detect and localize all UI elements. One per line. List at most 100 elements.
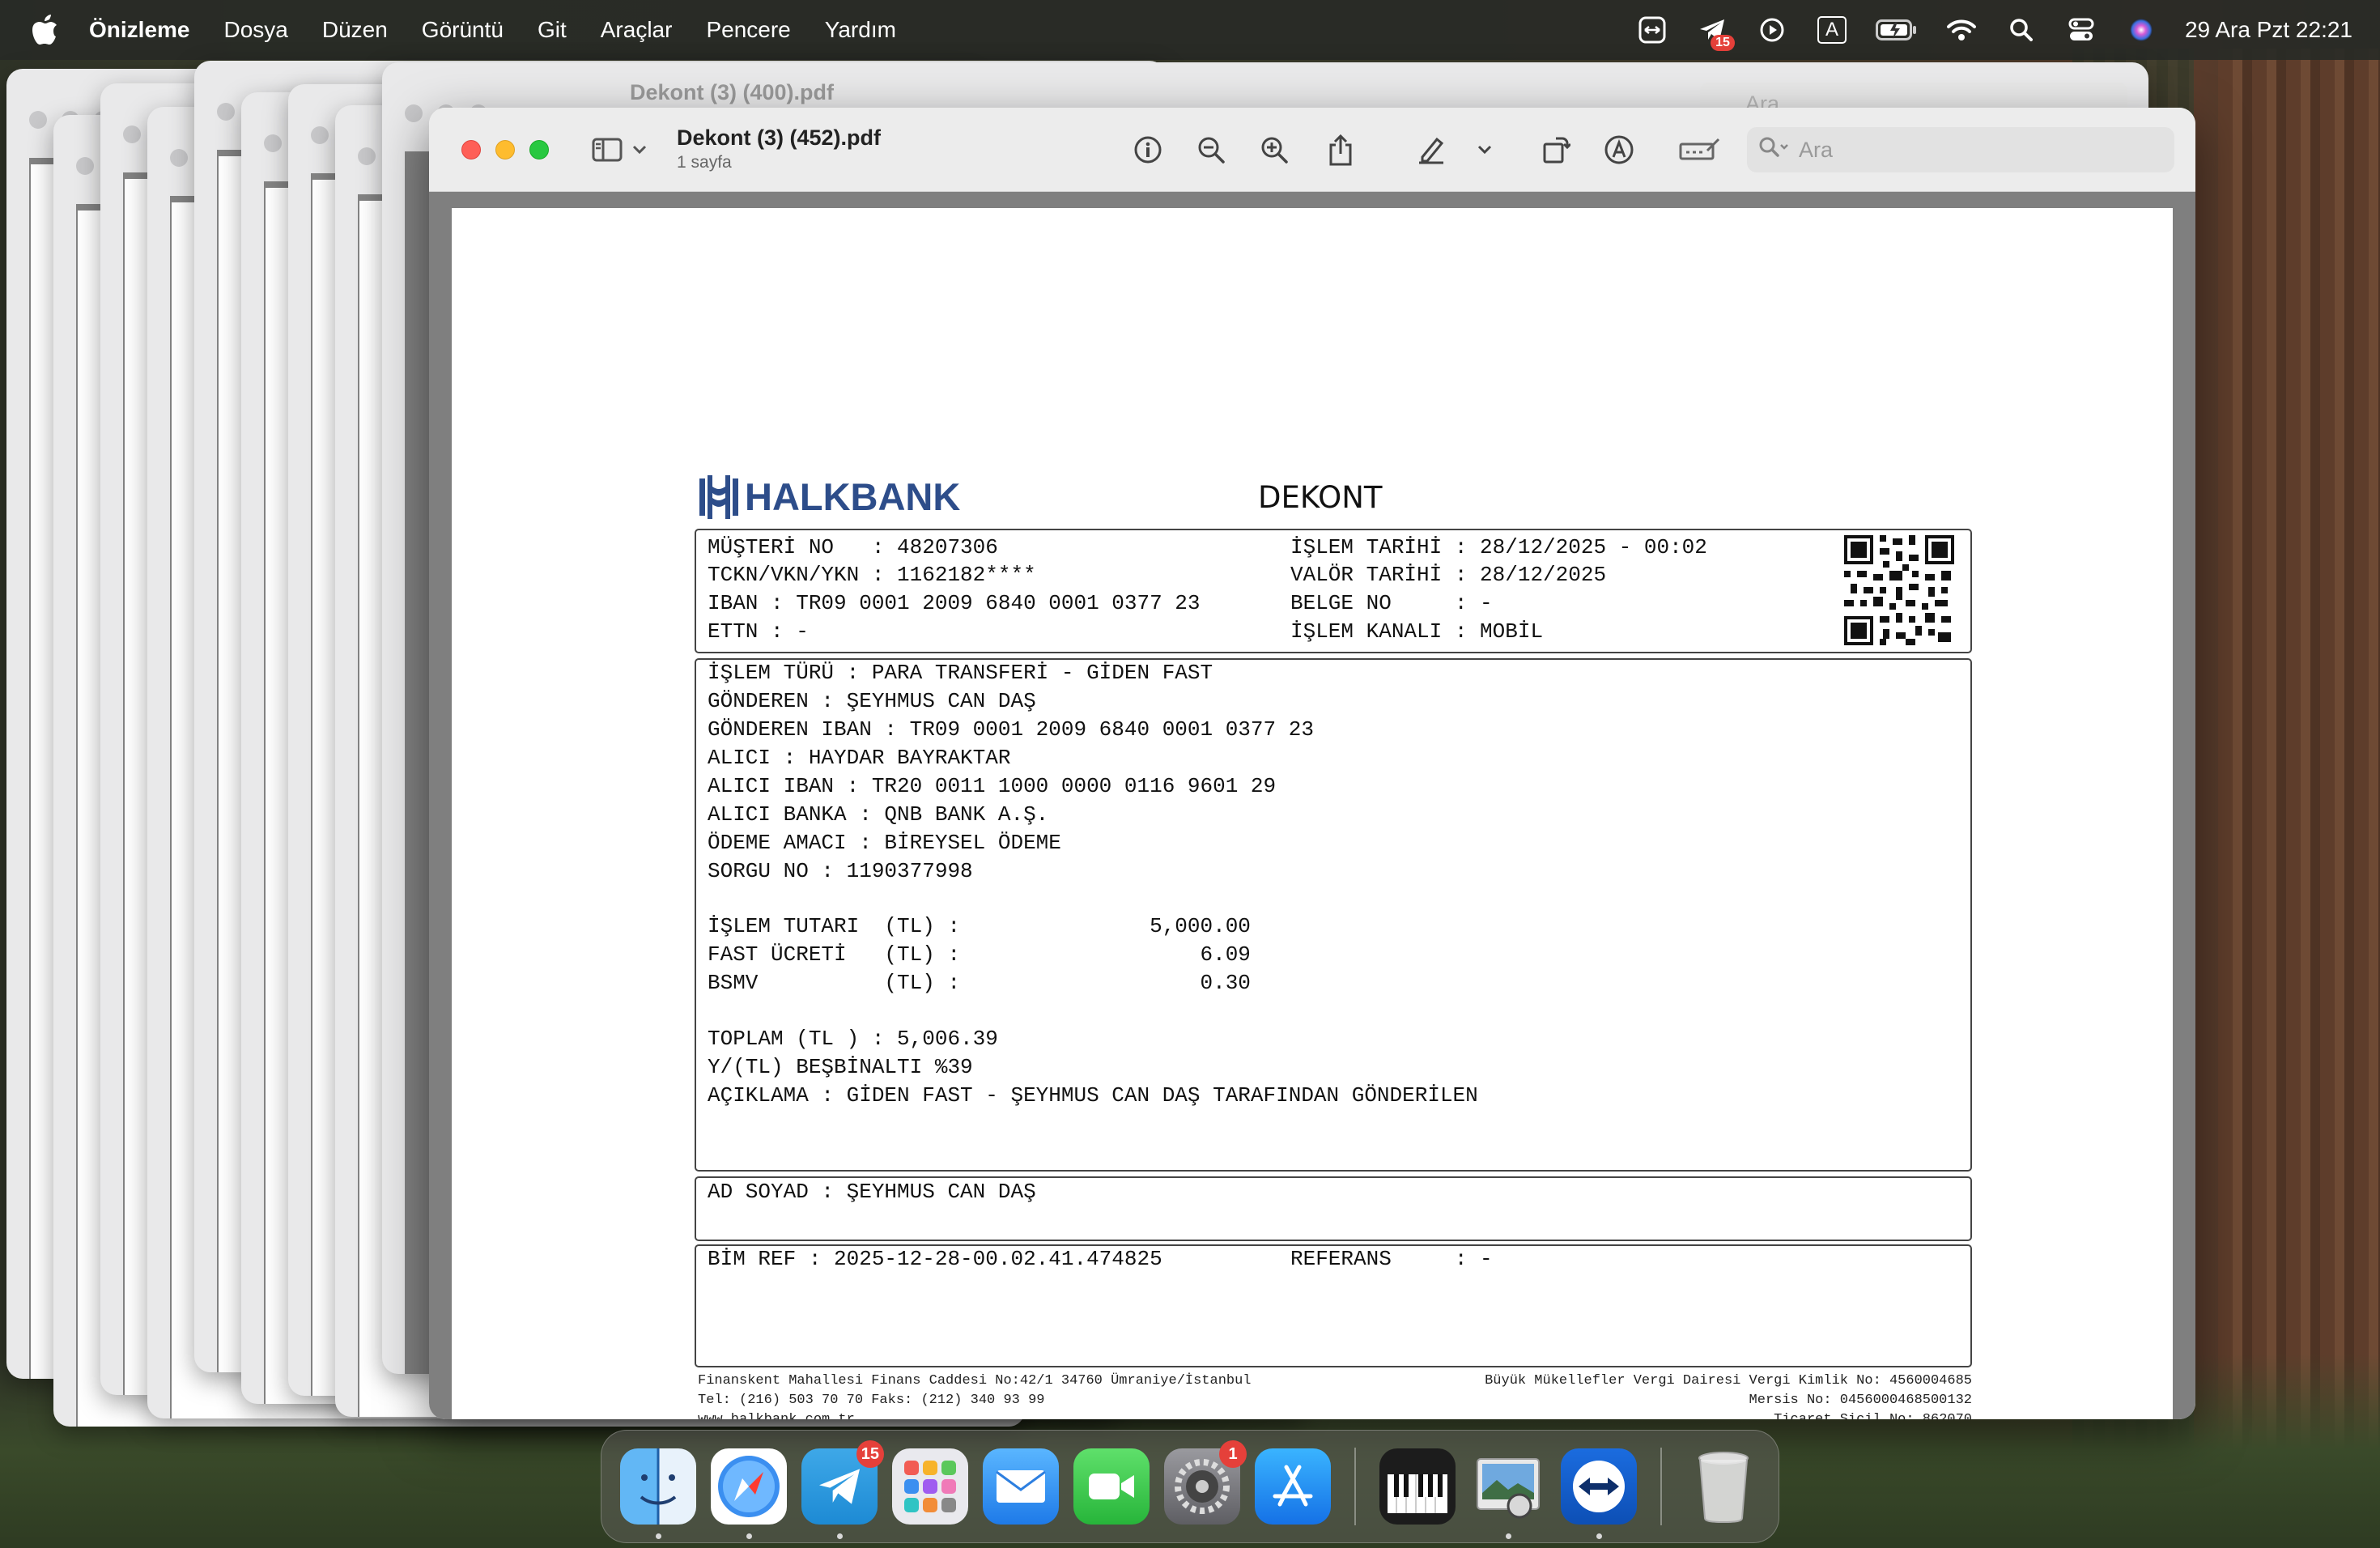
sidebar-icon[interactable] [589, 132, 625, 168]
musteri-no: MÜŞTERİ NO : 48207306 [708, 535, 998, 559]
settings-dock-badge: 1 [1219, 1440, 1247, 1468]
alici: ALICI : HAYDAR BAYRAKTAR [708, 746, 1011, 770]
battery-icon[interactable] [1875, 14, 1918, 46]
document-viewer[interactable]: HALKBANK DEKONT MÜŞTERİ NO : 48207306 TC… [429, 192, 2195, 1419]
alici-banka: ALICI BANKA : QNB BANK A.Ş. [708, 802, 1049, 827]
belge-no: BELGE NO : - [1290, 591, 1493, 615]
wallpaper-tree-trunk [2218, 49, 2380, 1548]
dock-system-settings[interactable]: 1 [1164, 1440, 1247, 1525]
teamviewer-icon[interactable] [1636, 14, 1668, 46]
pdf-page[interactable]: HALKBANK DEKONT MÜŞTERİ NO : 48207306 TC… [452, 208, 2173, 1419]
dock-facetime[interactable] [1073, 1448, 1150, 1525]
menu-git[interactable]: Git [538, 17, 567, 43]
menu-yardim[interactable]: Yardım [825, 17, 896, 43]
dock-separator [1660, 1448, 1662, 1525]
dock-safari[interactable] [711, 1448, 787, 1539]
window-titlebar[interactable]: Dekont (3) (452).pdf 1 sayfa [429, 108, 2195, 192]
dock-telegram[interactable]: 15 [801, 1440, 884, 1539]
footer-address: Finanskent Mahallesi Finans Caddesi No:4… [698, 1373, 1252, 1389]
zoom-out-icon[interactable] [1193, 132, 1229, 168]
trash-icon [1698, 1452, 1749, 1523]
dock-teamviewer[interactable] [1561, 1448, 1637, 1539]
islem-kanali: İŞLEM KANALI : MOBİL [1290, 619, 1544, 644]
aciklama: AÇIKLAMA : GİDEN FAST - ŞEYHMUS CAN DAŞ … [708, 1083, 1478, 1108]
input-source-icon[interactable]: A [1816, 14, 1848, 46]
zoom-button[interactable] [529, 140, 549, 159]
menu-dosya[interactable]: Dosya [223, 17, 287, 43]
iban: IBAN : TR09 0001 2009 6840 0001 0377 23 [708, 591, 1201, 615]
footer-mersis: Mersis No: 0456000468500132 [1749, 1393, 1972, 1408]
dock-preview[interactable] [1470, 1448, 1546, 1539]
search-field[interactable] [1747, 127, 2174, 172]
telegram-icon[interactable]: 15 [1696, 14, 1735, 51]
minimize-button[interactable] [495, 140, 515, 159]
dock-trash[interactable] [1685, 1448, 1762, 1525]
annotate-icon[interactable] [1601, 132, 1637, 168]
ad-soyad: AD SOYAD : ŞEYHMUS CAN DAŞ [708, 1180, 1036, 1204]
background-window-title: Dekont (3) (400).pdf [630, 80, 835, 104]
input-source-label: A [1817, 16, 1847, 44]
referans: REFERANS : - [1290, 1247, 1493, 1271]
menu-duzen[interactable]: Düzen [322, 17, 388, 43]
menu-bar: Önizleme Dosya Düzen Görüntü Git Araçlar… [0, 0, 2380, 60]
menu-goruntu[interactable]: Görüntü [422, 17, 504, 43]
info-icon[interactable] [1130, 132, 1166, 168]
yazi-ile-tutar: Y/(TL) BEŞBİNALTI %39 [708, 1055, 973, 1079]
document-heading: DEKONT [1258, 480, 1383, 515]
chevron-down-icon[interactable] [630, 132, 649, 168]
preview-icon [1477, 1458, 1540, 1519]
logo-text: HALKBANK [745, 474, 961, 518]
zoom-in-icon[interactable] [1256, 132, 1292, 168]
dock-finder[interactable] [620, 1448, 696, 1539]
toplam: TOPLAM (TL ) : 5,006.39 [708, 1027, 998, 1051]
fast-ucreti: FAST ÜCRETİ (TL) : 6.09 [708, 942, 1251, 967]
siri-icon[interactable] [2125, 14, 2157, 46]
share-icon[interactable] [1323, 132, 1358, 168]
chevron-down-icon[interactable] [1473, 132, 1496, 168]
valor-tarihi: VALÖR TARİHİ : 28/12/2025 [1290, 563, 1607, 587]
form-fill-icon[interactable] [1676, 132, 1724, 168]
footer-vergi: Büyük Mükellefler Vergi Dairesi Vergi Ki… [1485, 1373, 1972, 1389]
footer-web: www.halkbank.com.tr [698, 1410, 855, 1419]
piano-icon [1388, 1474, 1447, 1513]
islem-tarihi: İŞLEM TARİHİ : 28/12/2025 - 00:02 [1290, 535, 1707, 559]
telegram-dock-badge: 15 [856, 1440, 884, 1468]
halkbank-logo-icon [699, 475, 738, 519]
bsmv: BSMV (TL) : 0.30 [708, 971, 1251, 995]
alici-iban: ALICI IBAN : TR20 0011 1000 0000 0116 96… [708, 774, 1277, 798]
spotlight-search-icon[interactable] [2005, 14, 2038, 46]
tckn: TCKN/VKN/YKN : 1162182**** [708, 563, 1036, 587]
dock: 15 1 [601, 1430, 1779, 1543]
menu-app-name[interactable]: Önizleme [89, 17, 189, 43]
preview-window[interactable]: Dekont (3) (452).pdf 1 sayfa Ara HALKBAN… [429, 108, 2195, 1419]
wifi-icon[interactable] [1945, 14, 1978, 46]
menu-clock[interactable]: 29 Ara Pzt 22:21 [2185, 17, 2352, 43]
islem-turu: İŞLEM TÜRÜ : PARA TRANSFERİ - GİDEN FAST [708, 661, 1213, 685]
search-input[interactable] [1799, 137, 2123, 163]
bim-ref: BİM REF : 2025-12-28-00.02.41.474825 [708, 1247, 1162, 1271]
rotate-icon[interactable] [1538, 132, 1574, 168]
apple-menu-icon[interactable] [31, 14, 60, 46]
control-center-icon[interactable] [2065, 14, 2097, 46]
facetime-icon [1089, 1474, 1134, 1499]
dock-launchpad[interactable] [892, 1448, 968, 1525]
close-button[interactable] [461, 140, 481, 159]
window-title: Dekont (3) (452).pdf [677, 125, 882, 150]
gonderen-iban: GÖNDEREN IBAN : TR09 0001 2009 6840 0001… [708, 717, 1314, 742]
dock-mail[interactable] [983, 1448, 1059, 1525]
sorgu-no: SORGU NO : 1190377998 [708, 859, 973, 883]
safari-icon [718, 1456, 780, 1517]
ettn: ETTN : - [708, 619, 809, 644]
halkbank-logo: HALKBANK [696, 474, 960, 519]
teamviewer-app-icon [1573, 1461, 1625, 1512]
menu-araclar[interactable]: Araçlar [601, 17, 673, 43]
footer-ticaret: Ticaret Sicil No: 862070 [1774, 1410, 1972, 1419]
markup-pen-icon[interactable] [1413, 132, 1449, 168]
dock-separator [1354, 1448, 1356, 1525]
menu-pencere[interactable]: Pencere [706, 17, 790, 43]
dock-piano[interactable] [1379, 1448, 1456, 1525]
odeme-amaci: ÖDEME AMACI : BİREYSEL ÖDEME [708, 831, 1061, 855]
dock-app-store[interactable] [1255, 1448, 1331, 1525]
play-icon[interactable] [1756, 14, 1788, 46]
app-store-icon [1273, 1465, 1313, 1507]
